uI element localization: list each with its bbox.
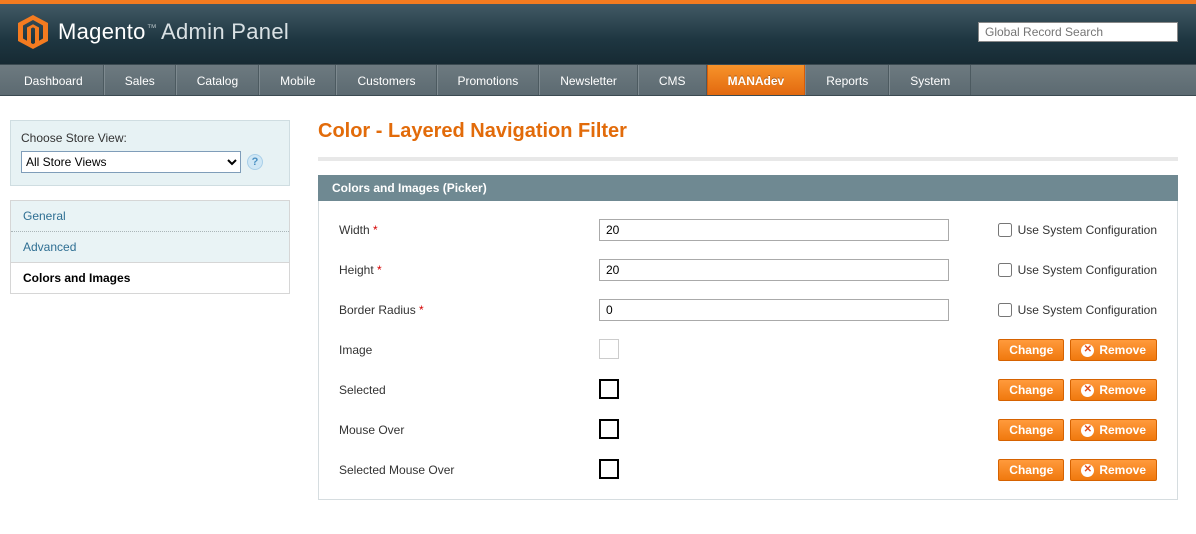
field-right: Change ✕ Remove [998, 419, 1157, 441]
main-nav: DashboardSalesCatalogMobileCustomersProm… [0, 64, 1196, 96]
form-row-selected-mouse-over: Selected Mouse Over Change ✕ Remove [339, 455, 1157, 485]
form-row-mouse-over: Mouse Over Change ✕ Remove [339, 415, 1157, 445]
remove-x-icon: ✕ [1081, 424, 1094, 437]
remove-label: Remove [1099, 343, 1146, 357]
sidebar-tab-colors-and-images[interactable]: Colors and Images [11, 262, 289, 293]
field-right: Use System Configuration [998, 263, 1157, 277]
nav-item-cms[interactable]: CMS [638, 65, 707, 95]
nav-item-system[interactable]: System [889, 65, 971, 95]
page-title: Color - Layered Navigation Filter [318, 120, 1178, 143]
nav-item-catalog[interactable]: Catalog [176, 65, 259, 95]
form-row-border-radius: Border Radius * Use System Configuration [339, 295, 1157, 325]
field-control-wrap [599, 379, 979, 402]
nav-item-reports[interactable]: Reports [805, 65, 889, 95]
field-control-wrap [599, 299, 979, 321]
remove-button[interactable]: ✕ Remove [1070, 419, 1157, 441]
field-right: Change ✕ Remove [998, 339, 1157, 361]
store-view-switcher: Choose Store View: All Store Views ? [10, 120, 290, 186]
remove-x-icon: ✕ [1081, 464, 1094, 477]
height-input[interactable] [599, 259, 949, 281]
sidebar-tab-general[interactable]: General [11, 200, 289, 231]
use-system-config-checkbox[interactable] [998, 263, 1012, 277]
use-system-config-checkbox[interactable] [998, 223, 1012, 237]
section-body: Width * Use System Configuration Height * U… [318, 201, 1178, 500]
field-control-wrap [599, 419, 979, 442]
field-label: Selected [339, 383, 599, 397]
required-asterisk: * [419, 303, 424, 317]
logo-text: Magento™Admin Panel [58, 19, 289, 45]
main-panel: Color - Layered Navigation Filter Colors… [318, 120, 1186, 500]
global-search-input[interactable] [978, 22, 1178, 42]
selected-mouse-over-swatch[interactable] [599, 459, 619, 479]
form-row-height: Height * Use System Configuration [339, 255, 1157, 285]
nav-item-mobile[interactable]: Mobile [259, 65, 336, 95]
width-input[interactable] [599, 219, 949, 241]
remove-button[interactable]: ✕ Remove [1070, 459, 1157, 481]
field-control-wrap [599, 339, 979, 362]
field-right: Change ✕ Remove [998, 379, 1157, 401]
nav-item-dashboard[interactable]: Dashboard [0, 65, 104, 95]
field-label: Height * [339, 263, 599, 277]
use-system-config-label: Use System Configuration [1018, 303, 1157, 317]
change-button[interactable]: Change [998, 379, 1064, 401]
store-view-select[interactable]: All Store Views [21, 151, 241, 173]
sidebar: Choose Store View: All Store Views ? Gen… [10, 120, 290, 294]
sidebar-tabs: GeneralAdvancedColors and Images [10, 200, 290, 294]
change-button[interactable]: Change [998, 459, 1064, 481]
mouse-over-swatch[interactable] [599, 419, 619, 439]
field-label: Mouse Over [339, 423, 599, 437]
remove-label: Remove [1099, 383, 1146, 397]
border-radius-input[interactable] [599, 299, 949, 321]
field-control-wrap [599, 259, 979, 281]
remove-button[interactable]: ✕ Remove [1070, 379, 1157, 401]
nav-item-manadev[interactable]: MANAdev [707, 65, 806, 95]
form-row-selected: Selected Change ✕ Remove [339, 375, 1157, 405]
field-right: Use System Configuration [998, 223, 1157, 237]
store-view-label: Choose Store View: [21, 131, 279, 145]
header: Magento™Admin Panel [0, 4, 1196, 64]
field-right: Use System Configuration [998, 303, 1157, 317]
nav-item-sales[interactable]: Sales [104, 65, 176, 95]
remove-label: Remove [1099, 423, 1146, 437]
change-button[interactable]: Change [998, 419, 1064, 441]
use-system-config-checkbox[interactable] [998, 303, 1012, 317]
magento-logo-icon [18, 15, 48, 49]
field-label: Border Radius * [339, 303, 599, 317]
image-swatch[interactable] [599, 339, 619, 359]
nav-item-promotions[interactable]: Promotions [437, 65, 540, 95]
help-icon[interactable]: ? [247, 154, 263, 170]
nav-item-customers[interactable]: Customers [336, 65, 436, 95]
use-system-config-label: Use System Configuration [1018, 223, 1157, 237]
logo: Magento™Admin Panel [18, 15, 289, 49]
remove-button[interactable]: ✕ Remove [1070, 339, 1157, 361]
sidebar-tab-advanced[interactable]: Advanced [11, 231, 289, 262]
nav-item-newsletter[interactable]: Newsletter [539, 65, 638, 95]
use-system-config-label: Use System Configuration [1018, 263, 1157, 277]
change-button[interactable]: Change [998, 339, 1064, 361]
section-header: Colors and Images (Picker) [318, 175, 1178, 201]
form-row-width: Width * Use System Configuration [339, 215, 1157, 245]
remove-x-icon: ✕ [1081, 384, 1094, 397]
field-right: Change ✕ Remove [998, 459, 1157, 481]
form-row-image: Image Change ✕ Remove [339, 335, 1157, 365]
content: Choose Store View: All Store Views ? Gen… [0, 96, 1196, 500]
selected-swatch[interactable] [599, 379, 619, 399]
title-rule [318, 157, 1178, 161]
required-asterisk: * [377, 263, 382, 277]
field-control-wrap [599, 219, 979, 241]
field-label: Width * [339, 223, 599, 237]
field-label: Selected Mouse Over [339, 463, 599, 477]
field-label: Image [339, 343, 599, 357]
remove-x-icon: ✕ [1081, 344, 1094, 357]
field-control-wrap [599, 459, 979, 482]
remove-label: Remove [1099, 463, 1146, 477]
required-asterisk: * [373, 223, 378, 237]
